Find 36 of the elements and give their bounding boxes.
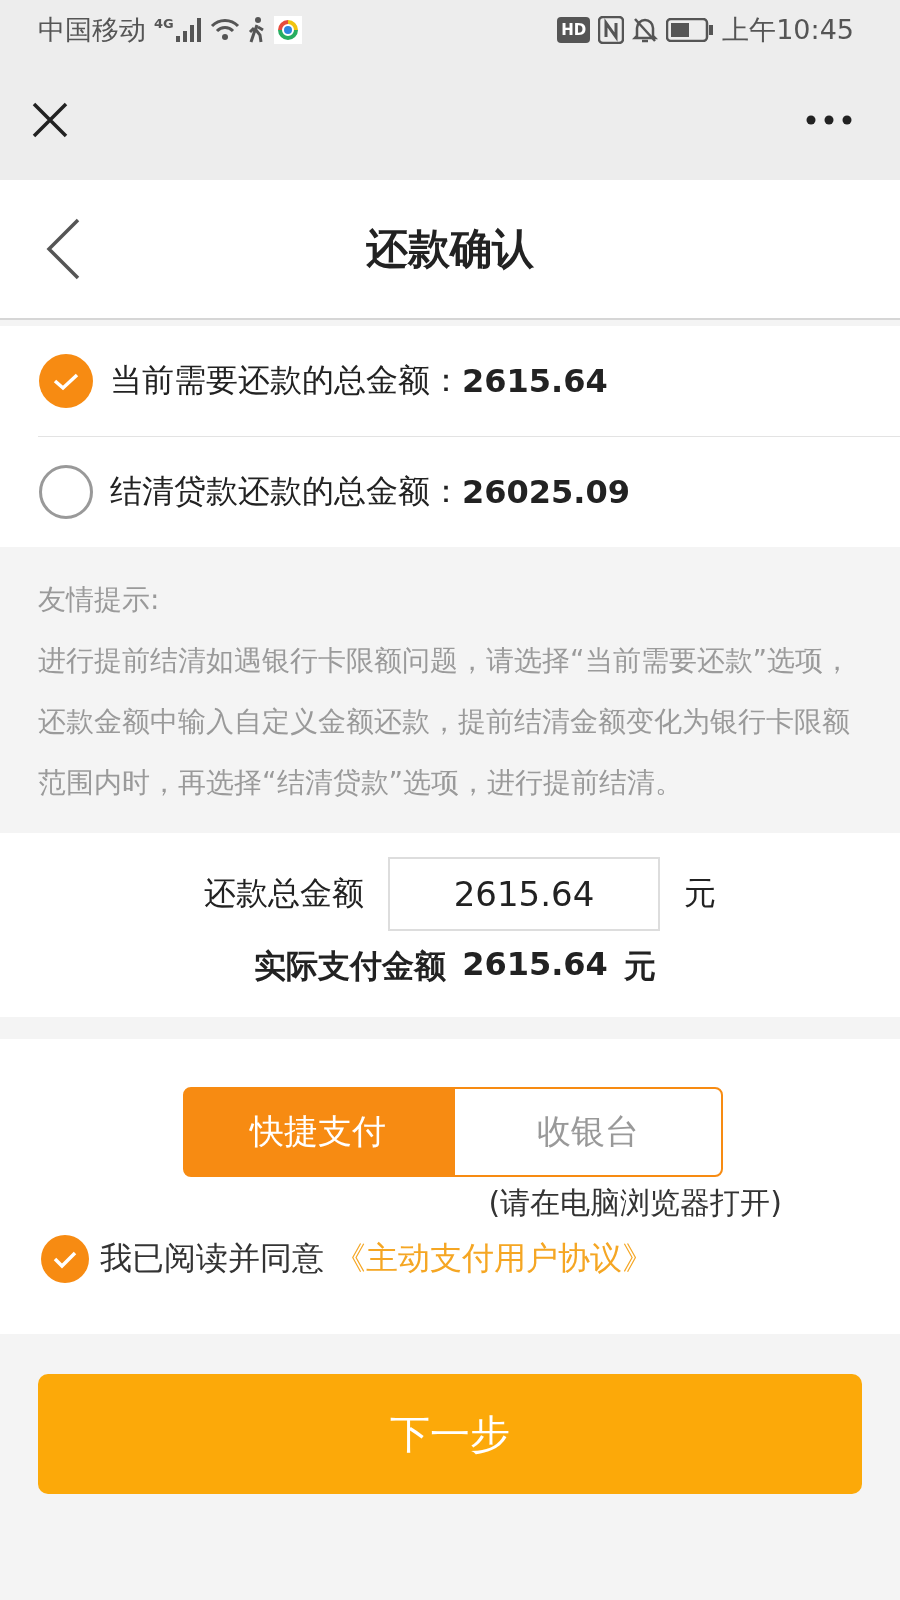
close-icon[interactable] bbox=[32, 102, 68, 138]
payment-tab[interactable]: 收银台 bbox=[453, 1087, 723, 1177]
agree-text: 我已阅读并同意 bbox=[100, 1238, 324, 1279]
payment-tab[interactable]: 快捷支付 bbox=[183, 1087, 453, 1177]
currency-unit: 元 bbox=[684, 873, 716, 914]
nfc-icon bbox=[598, 16, 625, 44]
back-icon[interactable] bbox=[46, 218, 80, 280]
radio-button[interactable] bbox=[38, 353, 94, 409]
more-icon[interactable] bbox=[806, 115, 852, 125]
tip-text: 进行提前结清如遇银行卡限额问题，请选择“当前需要还款”选项，还款金额中输入自定义金额还款，提前结清金额变化为银行卡限额范围内时，再选择“结清贷款”选项，进行提前结清。 bbox=[38, 643, 852, 801]
actual-label: 实际支付金额 bbox=[254, 946, 447, 987]
app-icon bbox=[273, 16, 302, 44]
carrier-name: 中国移动 bbox=[38, 13, 146, 47]
network-type: 4G bbox=[154, 16, 174, 31]
amount-field[interactable]: 2615.64 bbox=[388, 857, 660, 931]
signal-icon bbox=[175, 18, 202, 42]
agreement-link[interactable]: 《主动支付用户协议》 bbox=[334, 1237, 654, 1281]
agree-checkbox[interactable] bbox=[40, 1234, 90, 1284]
amount-label: 还款总金额 bbox=[204, 873, 364, 914]
next-button[interactable]: 下一步 bbox=[38, 1374, 862, 1494]
option-label: 当前需要还款的总金额： bbox=[110, 360, 462, 401]
tip-title: 友情提示: bbox=[38, 582, 161, 618]
battery-icon bbox=[666, 18, 715, 42]
wifi-icon bbox=[209, 18, 240, 42]
hd-badge: HD bbox=[557, 17, 591, 43]
option-label: 结清贷款还款的总金额： bbox=[110, 471, 462, 512]
walking-icon bbox=[247, 17, 266, 43]
page-title: 还款确认 bbox=[366, 223, 534, 275]
payment-note: (请在电脑浏览器打开) bbox=[488, 1185, 782, 1220]
clock-time: 上午10:45 bbox=[722, 13, 854, 47]
option-amount: 26025.09 bbox=[462, 473, 630, 511]
radio-button[interactable] bbox=[38, 464, 94, 520]
option-amount: 2615.64 bbox=[462, 362, 608, 400]
mute-icon bbox=[632, 16, 659, 44]
actual-unit: 元 bbox=[623, 946, 656, 987]
actual-amount: 2615.64 bbox=[462, 945, 608, 985]
